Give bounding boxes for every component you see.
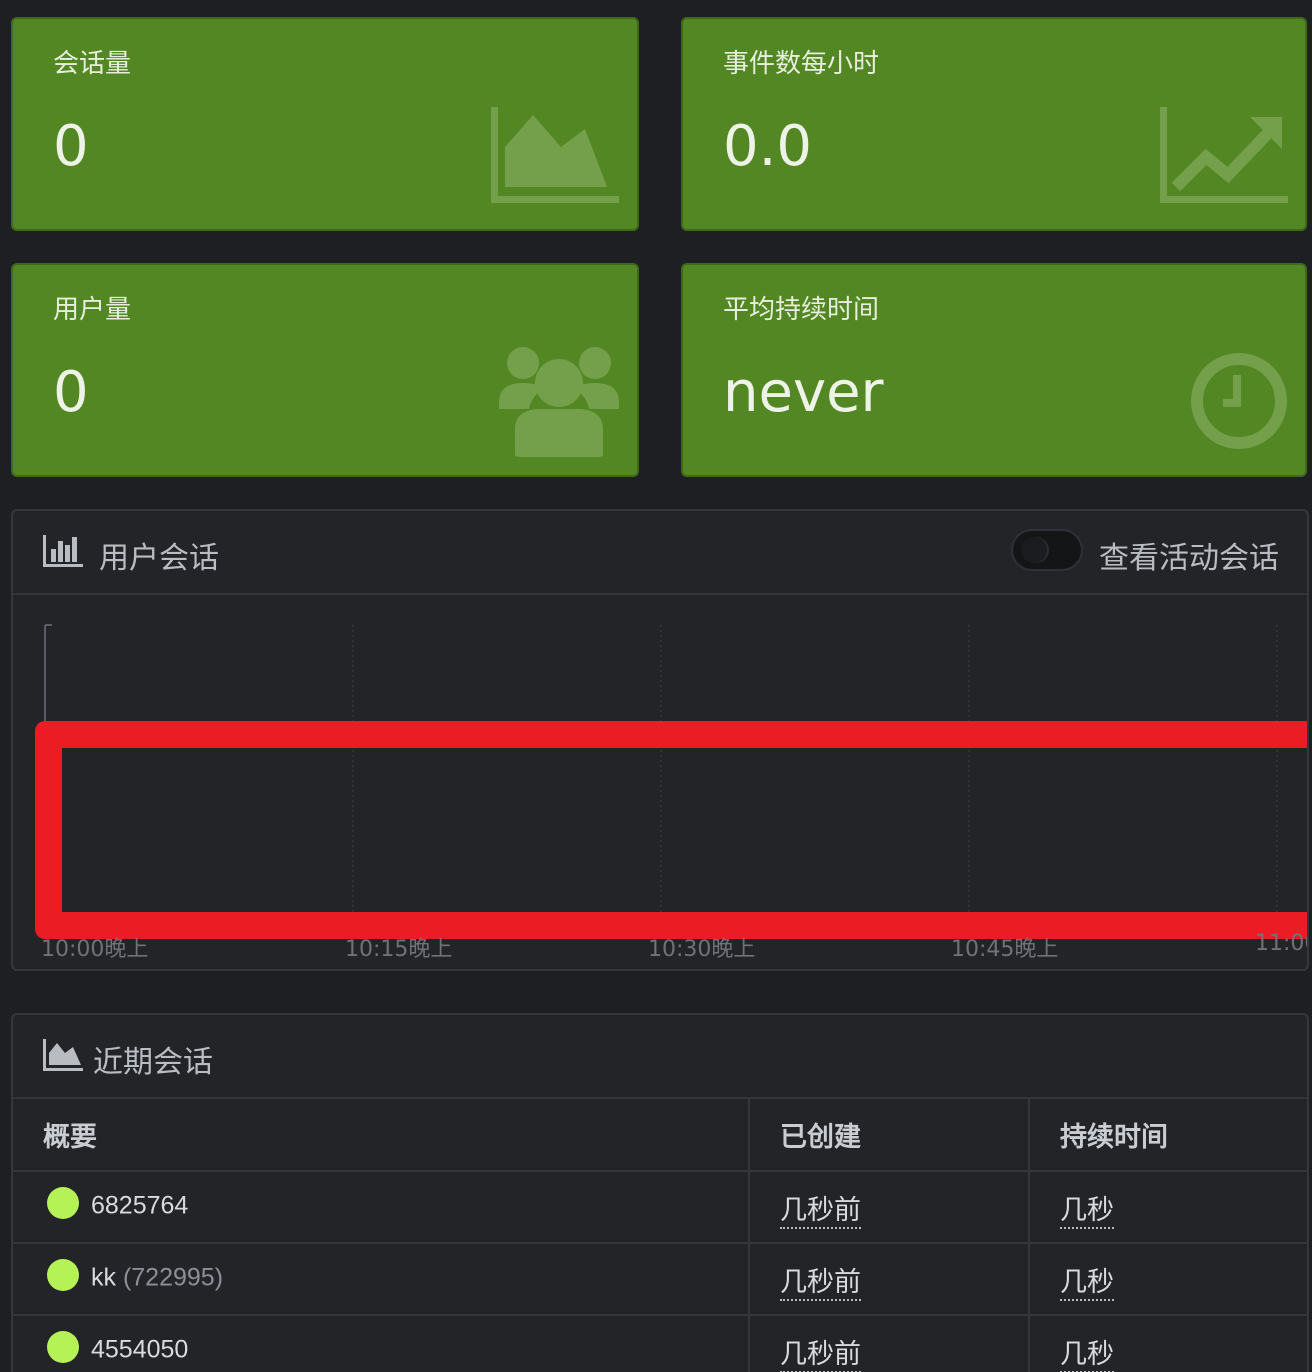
bar-chart-icon (43, 535, 83, 567)
sessions-card-label: 会话量 (53, 48, 132, 78)
active-sessions-toggle[interactable] (1011, 529, 1083, 571)
session-user-id[interactable]: kk (91, 1264, 116, 1292)
toggle-knob (1021, 537, 1047, 563)
recent-sessions-title: 近期会话 (93, 1046, 213, 1079)
duration-value: 几秒 (1060, 1338, 1114, 1372)
active-sessions-toggle-label: 查看活动会话 (1099, 542, 1279, 575)
users-card-value: 0 (53, 360, 89, 425)
x-tick-4: 11:00 (1255, 931, 1307, 956)
recent-sessions-panel: 近期会话 概要 已创建 持续时间 6825764 几秒前 几秒 kk (7229… (11, 1013, 1309, 1372)
table-row[interactable]: kk (722995) 几秒前 几秒 (13, 1243, 1307, 1316)
summary-cell[interactable]: kk (722995) (13, 1243, 750, 1316)
created-time: 几秒前 (780, 1194, 861, 1229)
avg-duration-label: 平均持续时间 (723, 294, 880, 324)
x-tick-1: 10:15晚上 (345, 937, 453, 962)
summary-cell[interactable]: 4554050 (13, 1315, 750, 1372)
status-dot (47, 1187, 79, 1219)
x-tick-3: 10:45晚上 (951, 937, 1059, 962)
sessions-card: 会话量 0 (11, 17, 639, 231)
status-dot (47, 1331, 79, 1363)
area-chart-icon (491, 107, 619, 203)
users-icon (499, 347, 619, 457)
status-dot (47, 1259, 79, 1291)
events-per-hour-value: 0.0 (723, 114, 813, 179)
recent-sessions-header: 近期会话 (13, 1015, 1307, 1099)
users-card: 用户量 0 (11, 263, 639, 477)
created-cell: 几秒前 (749, 1171, 1030, 1244)
duration-cell: 几秒 (1029, 1243, 1307, 1316)
summary-cell[interactable]: 6825764 (13, 1171, 750, 1244)
session-user-id[interactable]: 4554050 (91, 1336, 188, 1364)
column-header-created[interactable]: 已创建 (749, 1099, 1030, 1172)
avg-duration-card: 平均持续时间 never (681, 263, 1307, 477)
area-chart-icon (43, 1039, 83, 1071)
duration-cell: 几秒 (1029, 1315, 1307, 1372)
session-user-sub: (722995) (122, 1263, 224, 1292)
table-header-row: 概要 已创建 持续时间 (13, 1099, 1307, 1172)
user-sessions-panel: 用户会话 查看活动会话 10:00晚上 10:15晚上 10:30晚上 10:4… (11, 509, 1309, 971)
recent-sessions-table: 概要 已创建 持续时间 6825764 几秒前 几秒 kk (722995) 几… (13, 1099, 1307, 1372)
avg-duration-value: never (723, 360, 884, 425)
created-cell: 几秒前 (749, 1243, 1030, 1316)
user-sessions-title: 用户会话 (99, 542, 219, 575)
created-time: 几秒前 (780, 1266, 861, 1301)
x-tick-2: 10:30晚上 (648, 937, 756, 962)
sessions-card-value: 0 (53, 114, 89, 179)
x-tick-0: 10:00晚上 (41, 937, 149, 962)
created-time: 几秒前 (780, 1338, 861, 1372)
created-cell: 几秒前 (749, 1315, 1030, 1372)
user-sessions-header: 用户会话 查看活动会话 (13, 511, 1307, 595)
users-card-label: 用户量 (53, 294, 132, 324)
clock-icon (1191, 353, 1287, 449)
dashboard: 会话量 0 事件数每小时 0.0 用户量 0 平均持续时间 never 用户会话… (0, 0, 1312, 1372)
duration-cell: 几秒 (1029, 1171, 1307, 1244)
column-header-summary[interactable]: 概要 (13, 1099, 750, 1172)
events-per-hour-card: 事件数每小时 0.0 (681, 17, 1307, 231)
duration-value: 几秒 (1060, 1266, 1114, 1301)
session-user-id[interactable]: 6825764 (91, 1192, 188, 1220)
table-row[interactable]: 6825764 几秒前 几秒 (13, 1171, 1307, 1244)
line-chart-icon (1160, 107, 1288, 203)
duration-value: 几秒 (1060, 1194, 1114, 1229)
column-header-duration[interactable]: 持续时间 (1029, 1099, 1307, 1172)
highlight-box (35, 721, 1307, 939)
table-row[interactable]: 4554050 几秒前 几秒 (13, 1315, 1307, 1372)
events-per-hour-label: 事件数每小时 (723, 48, 880, 78)
